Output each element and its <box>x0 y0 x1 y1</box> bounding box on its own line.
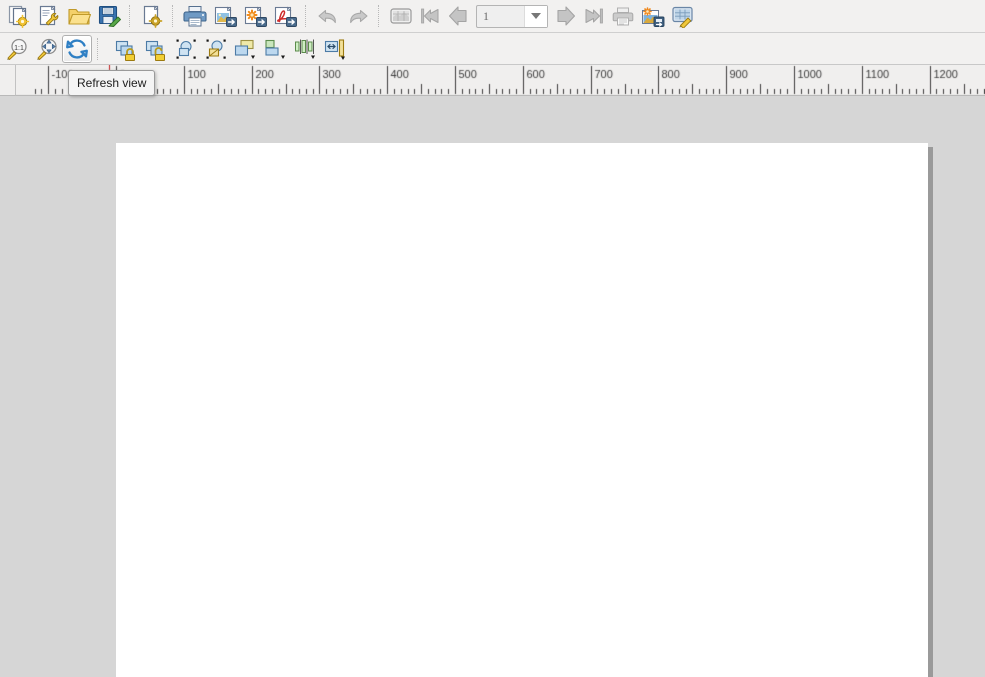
unlock-items-icon <box>145 40 165 61</box>
tooltip-text: Refresh view <box>77 76 147 90</box>
export-as-pdf-button[interactable] <box>270 2 300 30</box>
export-as-image-button[interactable] <box>210 2 240 30</box>
dropdown-caret <box>251 55 255 59</box>
print-layout-button[interactable] <box>180 2 210 30</box>
layout-canvas[interactable] <box>0 97 985 677</box>
toolbar-separator <box>378 5 381 27</box>
go-previous-icon <box>448 6 467 26</box>
toolbar-separator <box>172 5 175 27</box>
toolbar-separator <box>97 37 100 60</box>
atlas-first-feature-button[interactable] <box>416 2 444 30</box>
actions-toolbar: 1:1 <box>0 33 985 65</box>
printer-icon <box>183 6 207 27</box>
new-layout-button[interactable] <box>4 2 34 30</box>
unlock-all-items-button[interactable] <box>141 35 171 63</box>
page-shadow-right <box>928 147 933 677</box>
lock-items-icon <box>115 40 135 61</box>
go-first-icon <box>421 8 439 24</box>
layout-page-1[interactable] <box>116 143 928 677</box>
atlas-next-feature-button[interactable] <box>552 2 580 30</box>
export-pdf-icon <box>274 6 297 27</box>
atlas-last-feature-button[interactable] <box>580 2 608 30</box>
align-items-icon <box>265 39 285 59</box>
resize-items-icon <box>324 38 345 60</box>
zoom-100-button[interactable]: 1:1 <box>2 35 32 63</box>
ungroup-items-icon <box>206 39 226 59</box>
export-image-icon <box>214 6 237 27</box>
atlas-settings-icon <box>672 6 693 28</box>
open-folder-icon <box>68 8 91 25</box>
redo-button[interactable] <box>343 2 373 30</box>
distribute-icon <box>295 39 315 59</box>
layout-properties-button[interactable] <box>34 2 64 30</box>
chevron-down-icon[interactable] <box>524 5 547 27</box>
atlas-preview-icon <box>390 8 412 24</box>
layout-properties-icon <box>39 5 59 26</box>
add-items-from-template-button[interactable] <box>64 2 94 30</box>
atlas-preview-button[interactable] <box>386 2 416 30</box>
go-last-icon <box>585 8 603 24</box>
dropdown-caret <box>341 56 345 60</box>
layout-toolbar: 1 <box>0 0 985 33</box>
save-as-template-button[interactable] <box>94 2 124 30</box>
toolbar-separator <box>129 5 132 27</box>
undo-arrow-icon <box>318 9 336 24</box>
export-as-svg-button[interactable] <box>240 2 270 30</box>
atlas-previous-feature-button[interactable] <box>444 2 472 30</box>
refresh-icon <box>66 38 88 59</box>
group-items-icon <box>176 39 196 59</box>
undo-button[interactable] <box>313 2 343 30</box>
go-next-icon <box>557 6 576 26</box>
layout-manager-button[interactable] <box>137 2 167 30</box>
atlas-page-value: 1 <box>483 8 489 23</box>
resize-items-button[interactable] <box>321 35 351 63</box>
atlas-page-combobox[interactable]: 1 <box>476 4 548 28</box>
distribute-items-button[interactable] <box>291 35 321 63</box>
dropdown-caret <box>281 55 285 59</box>
lock-items-button[interactable] <box>111 35 141 63</box>
zoom-full-button[interactable] <box>32 35 62 63</box>
export-svg-icon <box>244 6 267 27</box>
dropdown-caret <box>311 55 315 59</box>
zoom-full-icon <box>37 38 57 60</box>
print-layout-window: 1 1:1 Refresh view <box>0 0 985 677</box>
raise-selected-items-button[interactable] <box>231 35 261 63</box>
zoom-1to1-icon: 1:1 <box>7 38 27 60</box>
raise-items-icon <box>234 39 255 59</box>
svg-text:1:1: 1:1 <box>14 45 24 52</box>
print-atlas-button[interactable] <box>608 2 638 30</box>
refresh-view-button[interactable] <box>62 34 92 63</box>
printer-gray-icon <box>612 7 634 26</box>
ruler-corner <box>0 65 16 96</box>
align-selected-items-button[interactable] <box>261 35 291 63</box>
group-items-button[interactable] <box>171 35 201 63</box>
save-floppy-icon <box>98 5 121 27</box>
tooltip-refresh-view: Refresh view <box>68 70 156 96</box>
atlas-export-image-icon <box>642 7 665 27</box>
new-layout-icon <box>8 5 30 28</box>
export-atlas-as-images-button[interactable] <box>638 2 668 30</box>
atlas-settings-button[interactable] <box>668 2 698 30</box>
ungroup-items-button[interactable] <box>201 35 231 63</box>
toolbar-separator <box>305 5 308 27</box>
document-gear-icon <box>143 5 163 28</box>
redo-arrow-icon <box>350 9 368 24</box>
